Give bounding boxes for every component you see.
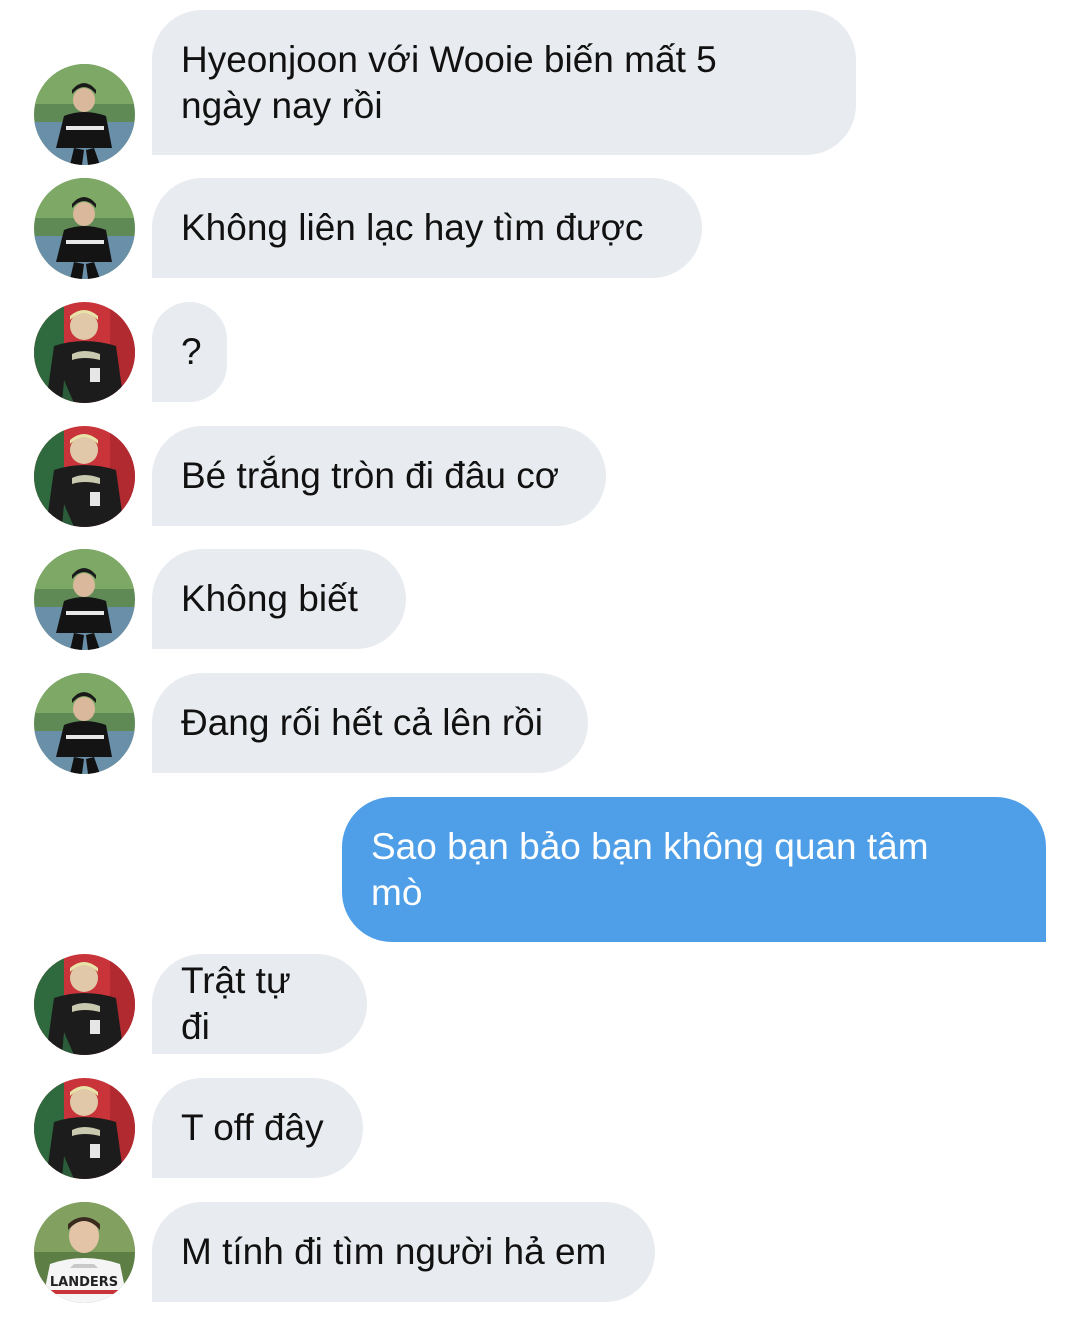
- message-bubble[interactable]: Đang rối hết cả lên rồi: [152, 673, 588, 773]
- avatar-photo-a-icon: [34, 178, 135, 279]
- svg-text:LANDERS: LANDERS: [50, 1275, 118, 1290]
- message-row: Không biết: [0, 549, 1080, 650]
- message-bubble[interactable]: Không liên lạc hay tìm được: [152, 178, 702, 278]
- chat-thread: Hyeonjoon với Wooie biến mất 5 ngày nay …: [0, 0, 1080, 1324]
- message-bubble[interactable]: Bé trắng tròn đi đâu cơ: [152, 426, 606, 526]
- message-row: Không liên lạc hay tìm được: [0, 178, 1080, 279]
- message-row: ?: [0, 302, 1080, 403]
- message-row: Đang rối hết cả lên rồi: [0, 673, 1080, 774]
- avatar[interactable]: [34, 426, 135, 527]
- message-bubble[interactable]: ?: [152, 302, 227, 402]
- avatar[interactable]: [34, 549, 135, 650]
- message-row: Trật tự đi: [0, 954, 1080, 1055]
- avatar[interactable]: [34, 673, 135, 774]
- avatar[interactable]: LANDERS: [34, 1202, 135, 1303]
- avatar-photo-a-icon: [34, 549, 135, 650]
- message-row: T off đây: [0, 1078, 1080, 1179]
- message-row: Sao bạn bảo bạn không quan tâm mò: [0, 797, 1080, 942]
- avatar[interactable]: [34, 64, 135, 165]
- avatar-photo-a-icon: [34, 673, 135, 774]
- avatar-photo-b-icon: [34, 426, 135, 527]
- avatar-photo-b-icon: [34, 954, 135, 1055]
- avatar[interactable]: [34, 954, 135, 1055]
- avatar[interactable]: [34, 178, 135, 279]
- message-row: Hyeonjoon với Wooie biến mất 5 ngày nay …: [0, 10, 1080, 165]
- message-row: Bé trắng tròn đi đâu cơ: [0, 426, 1080, 527]
- message-row: LANDERS M tính đi tìm người hả em: [0, 1202, 1080, 1303]
- avatar[interactable]: [34, 302, 135, 403]
- avatar[interactable]: [34, 1078, 135, 1179]
- message-bubble[interactable]: M tính đi tìm người hả em: [152, 1202, 655, 1302]
- avatar-photo-c-icon: LANDERS: [34, 1202, 135, 1303]
- message-bubble[interactable]: Trật tự đi: [152, 954, 367, 1054]
- avatar-photo-b-icon: [34, 1078, 135, 1179]
- message-bubble[interactable]: Hyeonjoon với Wooie biến mất 5 ngày nay …: [152, 10, 856, 155]
- message-bubble-outgoing[interactable]: Sao bạn bảo bạn không quan tâm mò: [342, 797, 1046, 942]
- avatar-photo-b-icon: [34, 302, 135, 403]
- avatar-photo-a-icon: [34, 64, 135, 165]
- message-bubble[interactable]: T off đây: [152, 1078, 363, 1178]
- message-bubble[interactable]: Không biết: [152, 549, 406, 649]
